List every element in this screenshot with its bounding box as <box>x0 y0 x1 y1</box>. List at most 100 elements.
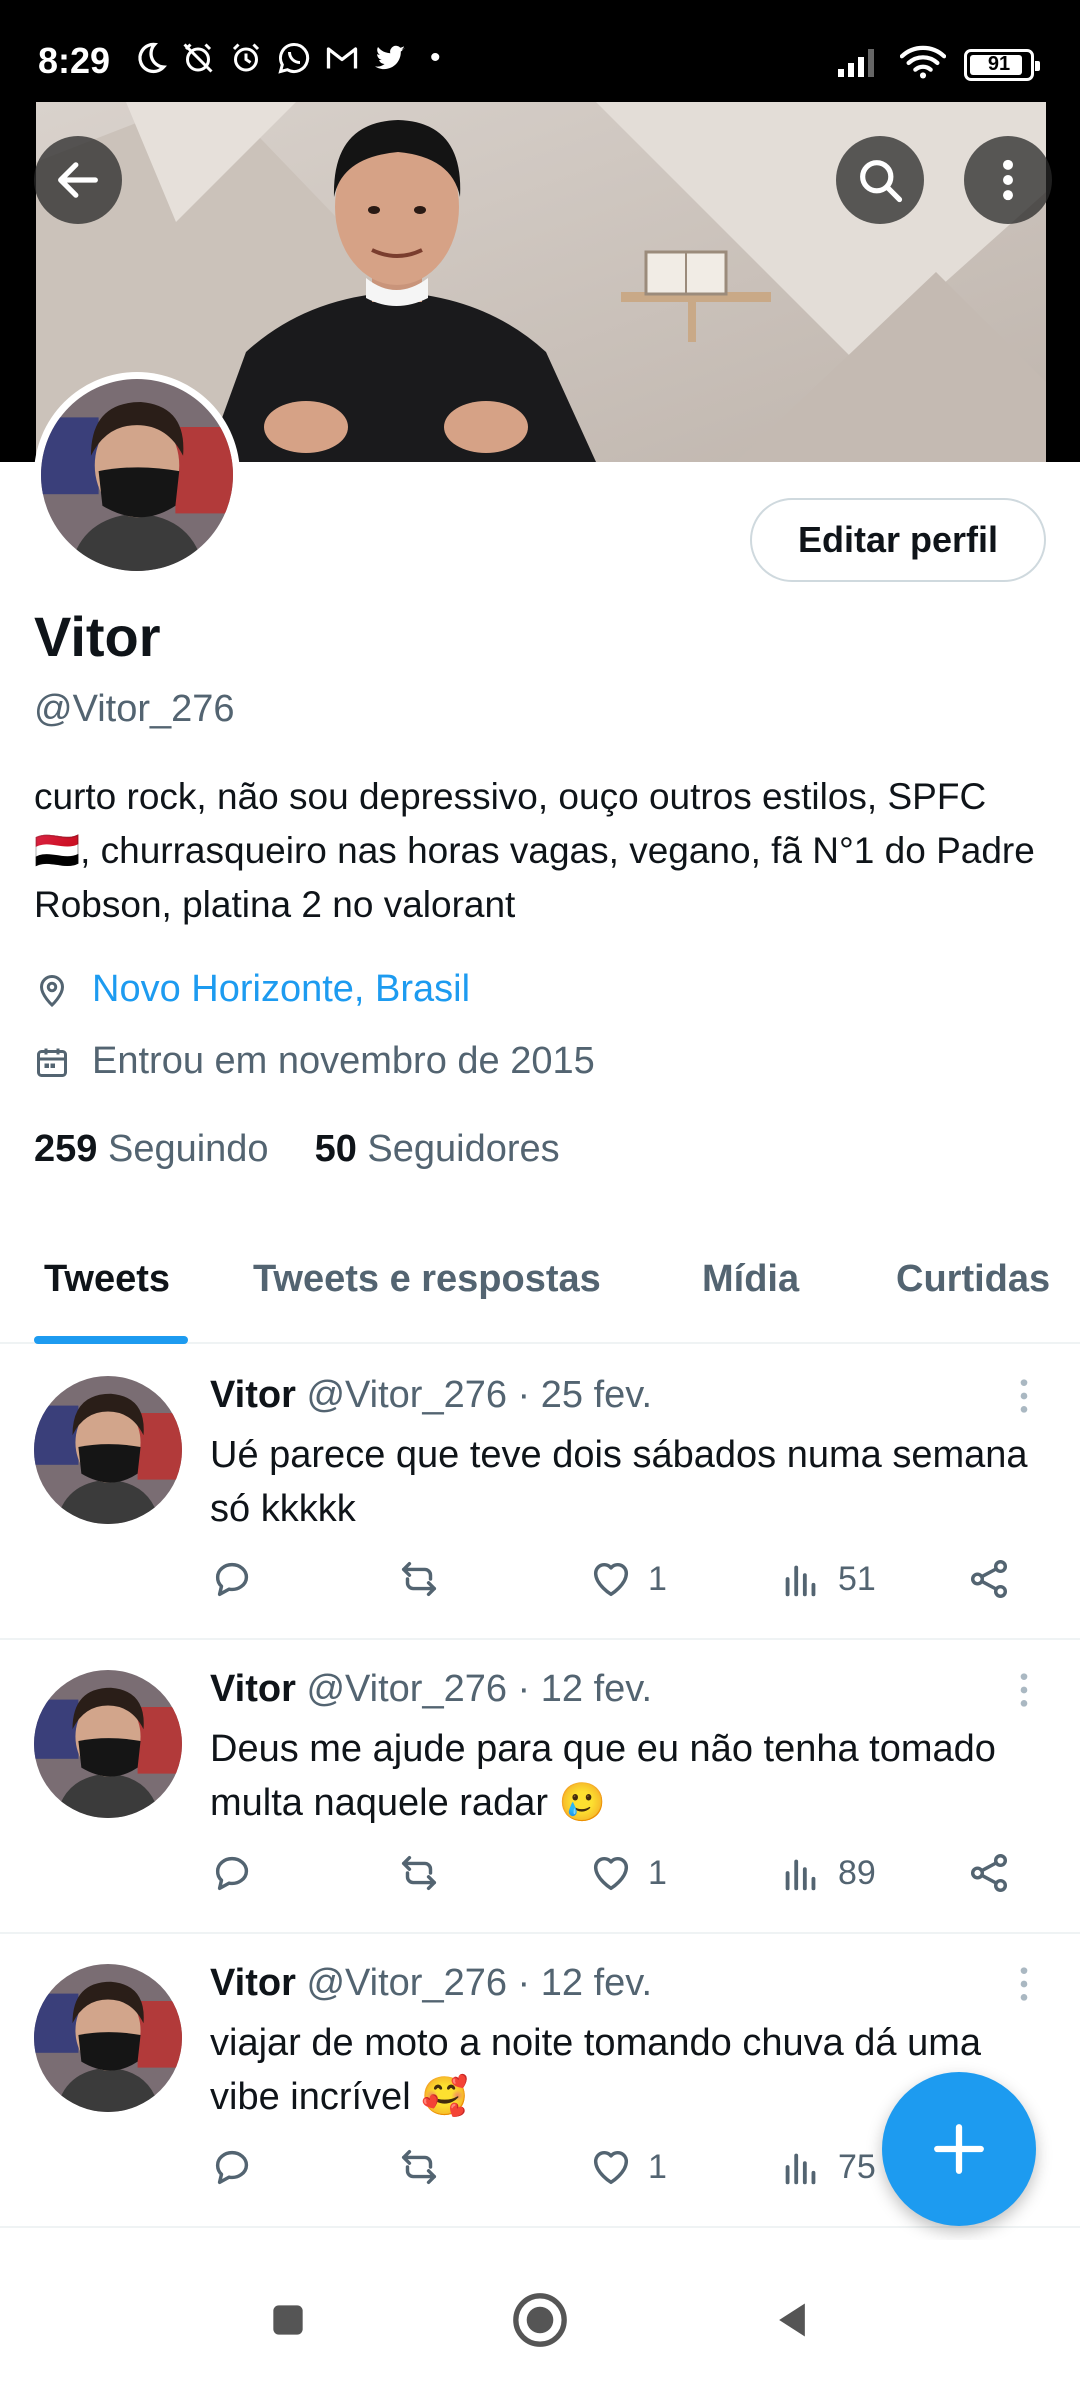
status-time: 8:29 <box>38 40 111 81</box>
heart-icon <box>593 1856 629 1891</box>
tweet-more-icon[interactable] <box>1014 1670 1034 1710</box>
tab-media[interactable]: Mídia <box>702 1258 799 1301</box>
followers-link[interactable]: 50 Seguidores <box>315 1128 560 1171</box>
tweet-actions: 1 51 <box>210 1556 1020 1616</box>
tweet-more-icon[interactable] <box>1014 1964 1034 2004</box>
tweet-meta: @Vitor_276 · 12 fev. <box>306 1668 653 1710</box>
back-button[interactable] <box>34 136 122 224</box>
tweet-avatar[interactable] <box>34 1670 182 1818</box>
more-notifications-dot: • <box>430 41 441 74</box>
views-count: 89 <box>838 1853 876 1892</box>
plus-icon <box>934 2124 984 2174</box>
retweet-button[interactable] <box>396 1850 442 1896</box>
tweet-actions: 1 89 <box>210 1850 1020 1910</box>
profile-location: Novo Horizonte, Brasil <box>34 968 470 1011</box>
battery-tip <box>1035 60 1040 71</box>
reply-icon <box>215 1562 249 1597</box>
views-button[interactable]: 75 <box>778 2144 876 2190</box>
tab-tweets[interactable]: Tweets <box>44 1258 170 1301</box>
following-link[interactable]: 259 Seguindo <box>34 1128 269 1171</box>
share-icon <box>970 1854 1008 1892</box>
reply-icon <box>215 2150 249 2185</box>
retweet-button[interactable] <box>396 1556 442 1602</box>
edit-profile-button[interactable]: Editar perfil <box>750 498 1046 582</box>
alarm-off-icon <box>180 40 216 76</box>
tweet-text: Deus me ajude para que eu não tenha toma… <box>210 1728 996 1824</box>
reply-button[interactable] <box>210 2144 256 2190</box>
tweet-more-icon[interactable] <box>1014 1376 1034 1416</box>
retweet-icon <box>401 1855 437 1891</box>
tweet-text: Ué parece que teve dois sábados numa sem… <box>210 1434 1028 1530</box>
tweet-author-name: Vitor <box>210 1374 296 1416</box>
views-count: 75 <box>838 2147 876 2186</box>
alarm-icon <box>228 40 264 76</box>
tweet-author-name: Vitor <box>210 1668 296 1710</box>
like-count: 1 <box>648 1559 667 1598</box>
views-button[interactable]: 51 <box>778 1556 876 1602</box>
triangle-back-icon <box>779 2303 805 2337</box>
square-icon <box>273 2305 303 2335</box>
tweet-header: Vitor @Vitor_276 · 12 fev. <box>210 1962 652 2005</box>
status-right: 91 <box>836 44 1040 85</box>
location-pin-icon <box>39 974 65 1007</box>
location-link[interactable]: Novo Horizonte, Brasil <box>92 968 470 1011</box>
profile-bio: curto rock, não sou depressivo, ouço out… <box>34 776 1035 925</box>
follow-stats: 259 Seguindo 50 Seguidores <box>34 1128 560 1171</box>
compose-tweet-button[interactable] <box>882 2072 1036 2226</box>
heart-icon <box>593 2150 629 2185</box>
share-button[interactable] <box>966 1850 1012 1896</box>
recents-button[interactable] <box>258 2290 318 2350</box>
active-tab-indicator <box>34 1336 188 1344</box>
tweet-avatar[interactable] <box>34 1964 182 2112</box>
gmail-icon <box>324 40 360 76</box>
avatar-image <box>41 379 233 571</box>
system-nav-bar <box>0 2240 1080 2400</box>
profile-joined: Entrou em novembro de 2015 <box>34 1040 595 1083</box>
following-label: Seguindo <box>107 1128 269 1170</box>
arrow-left-icon <box>58 162 98 198</box>
moon-icon <box>132 40 168 76</box>
like-button[interactable]: 1 <box>588 2144 667 2190</box>
profile-handle: @Vitor_276 <box>34 688 235 730</box>
retweet-button[interactable] <box>396 2144 442 2190</box>
tab-likes[interactable]: Curtidas <box>896 1258 1050 1301</box>
like-count: 1 <box>648 2147 667 2186</box>
profile-avatar[interactable] <box>34 372 240 578</box>
views-count: 51 <box>838 1559 876 1598</box>
like-button[interactable]: 1 <box>588 1556 667 1602</box>
tweet-header: Vitor @Vitor_276 · 25 fev. <box>210 1374 652 1417</box>
tweet[interactable]: Vitor @Vitor_276 · 12 fev. Deus me ajude… <box>0 1640 1080 1934</box>
reply-button[interactable] <box>210 1556 256 1602</box>
joined-text: Entrou em novembro de 2015 <box>92 1040 595 1082</box>
share-button[interactable] <box>966 1556 1012 1602</box>
signal-icon <box>836 45 882 84</box>
tab-tweets-and-replies[interactable]: Tweets e respostas <box>253 1258 601 1301</box>
reply-button[interactable] <box>210 1850 256 1896</box>
share-icon <box>970 1560 1008 1598</box>
status-bar: 8:29 • 91 <box>0 0 1080 102</box>
like-count: 1 <box>648 1853 667 1892</box>
tweet[interactable]: Vitor @Vitor_276 · 25 fev. Ué parece que… <box>0 1346 1080 1640</box>
more-options-button[interactable] <box>964 136 1052 224</box>
wifi-icon <box>899 44 947 85</box>
tweet-header: Vitor @Vitor_276 · 12 fev. <box>210 1668 652 1711</box>
profile-name: Vitor <box>34 605 161 668</box>
views-button[interactable]: 89 <box>778 1850 876 1896</box>
like-button[interactable]: 1 <box>588 1850 667 1896</box>
followers-label: Seguidores <box>367 1128 560 1170</box>
followers-count: 50 <box>314 1128 357 1170</box>
search-button[interactable] <box>836 136 924 224</box>
battery-text: 91 <box>987 53 1011 75</box>
search-icon <box>860 160 903 203</box>
battery-icon: 91 <box>964 48 1040 81</box>
following-count: 259 <box>34 1128 98 1170</box>
views-icon <box>785 2153 816 2185</box>
tweet-avatar[interactable] <box>34 1376 182 1524</box>
retweet-icon <box>401 1561 437 1597</box>
home-button[interactable] <box>510 2290 570 2350</box>
whatsapp-icon <box>276 40 312 76</box>
back-nav-button[interactable] <box>762 2290 822 2350</box>
views-icon <box>785 1565 816 1597</box>
heart-icon <box>593 1562 629 1597</box>
home-circle-icon <box>513 2293 567 2347</box>
